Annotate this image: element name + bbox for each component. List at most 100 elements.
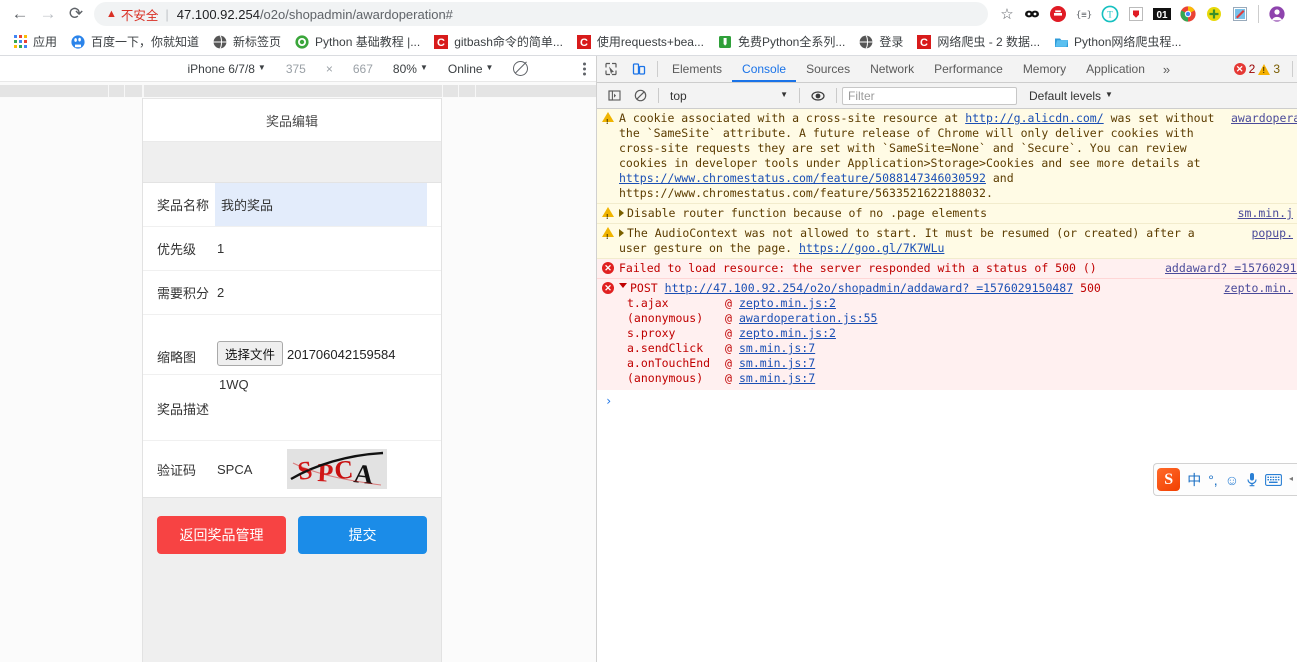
smiley-icon[interactable]: ☺ [1225, 472, 1239, 488]
field-label: 缩略图 [157, 350, 197, 365]
viewport-width-input[interactable]: 375 [276, 62, 316, 76]
device-select[interactable]: iPhone 6/7/8 ▼ [178, 62, 276, 76]
clear-console-icon[interactable] [627, 83, 653, 109]
zeroone-extension-icon[interactable]: 01 [1150, 2, 1174, 26]
captcha-input[interactable]: SPCA [217, 462, 277, 477]
ime-punctuation-toggle[interactable]: °, [1208, 472, 1218, 488]
kebab-menu-icon[interactable] [583, 62, 586, 75]
message-link[interactable]: https://goo.gl/7K7WLu [799, 241, 944, 255]
console-sidebar-icon[interactable] [601, 83, 627, 109]
toggle-device-toolbar-icon[interactable] [625, 56, 653, 82]
stack-source-link[interactable]: sm.min.js:7 [739, 341, 815, 356]
more-tabs-icon[interactable]: » [1155, 56, 1178, 82]
bookmark-apps[interactable]: 应用 [6, 30, 63, 53]
csdn-icon: C [576, 34, 592, 50]
ime-toolbar[interactable]: S 中 °, ☺ ◂ [1153, 463, 1297, 496]
tab-memory[interactable]: Memory [1013, 56, 1076, 82]
message-source[interactable]: popup. [1231, 226, 1297, 256]
stack-source-link[interactable]: zepto.min.js:2 [739, 296, 836, 311]
viewport-height-input[interactable]: 667 [343, 62, 383, 76]
back-to-award-management-button[interactable]: 返回奖品管理 [157, 516, 286, 554]
console-warning-message[interactable]: The AudioContext was not allowed to star… [597, 224, 1297, 259]
bookmark-free-python[interactable]: 免费Python全系列... [711, 30, 851, 53]
back-button[interactable]: ← [6, 0, 34, 28]
sogou-logo-icon[interactable]: S [1157, 468, 1181, 491]
execution-context-select[interactable]: top ▼ [664, 89, 794, 103]
message-link[interactable]: http://g.alicdn.com/ [965, 111, 1103, 125]
toolbar-separator-3 [836, 88, 837, 103]
console-error-message[interactable]: ✕ Failed to load resource: the server re… [597, 259, 1297, 279]
console-message-list[interactable]: A cookie associated with a cross-site re… [597, 109, 1297, 662]
inspect-element-icon[interactable] [597, 56, 625, 82]
message-source[interactable]: addaward? =15760291377 [1165, 261, 1297, 276]
console-warning-message[interactable]: Disable router function because of no .p… [597, 204, 1297, 224]
live-expression-icon[interactable] [805, 83, 831, 109]
bookmark-requests-bea[interactable]: C 使用requests+bea... [570, 30, 710, 53]
error-count[interactable]: ✕ 2 [1233, 62, 1255, 76]
message-source[interactable]: sm.min.j [1231, 206, 1297, 221]
request-url-link[interactable]: http://47.100.92.254/o2o/shopadmin/addaw… [665, 281, 1074, 295]
tab-application[interactable]: Application [1076, 56, 1155, 82]
soft-keyboard-icon[interactable] [1265, 473, 1282, 486]
message-link[interactable]: https://www.chromestatus.com/feature/508… [619, 171, 986, 185]
bookmark-newtab[interactable]: 新标签页 [206, 30, 287, 53]
message-source[interactable]: zepto.min. [1221, 281, 1297, 296]
ime-mode-toggle[interactable]: 中 [1187, 470, 1201, 490]
bookmark-python-tutorial[interactable]: Python 基础教程 |... [288, 30, 426, 53]
submit-button[interactable]: 提交 [298, 516, 427, 554]
goggles-extension-icon[interactable] [1020, 2, 1044, 26]
plus-extension-icon[interactable] [1202, 2, 1226, 26]
forward-button[interactable]: → [34, 0, 62, 28]
bookmark-baidu[interactable]: 百度一下，你就知道 [64, 30, 205, 53]
award-name-input[interactable]: 我的奖品 [215, 183, 427, 226]
captcha-image[interactable]: S P C A [287, 449, 387, 489]
devtools-panel: Elements Console Sources Network Perform… [597, 56, 1297, 662]
csdn-icon: C [916, 34, 932, 50]
tab-network[interactable]: Network [860, 56, 924, 82]
tab-elements[interactable]: Elements [662, 56, 732, 82]
priority-input[interactable]: 1 [217, 241, 427, 256]
message-source[interactable]: awardoperatio [1231, 111, 1297, 201]
console-prompt[interactable]: › [597, 390, 1297, 409]
stack-source-link[interactable]: sm.min.js:7 [739, 356, 815, 371]
collapse-arrow-icon[interactable] [619, 283, 627, 292]
expand-arrow-icon[interactable] [619, 209, 624, 217]
bookmark-spider-data[interactable]: C 网络爬虫 - 2 数据... [910, 30, 1046, 53]
bookmark-star-icon[interactable]: ☆ [994, 1, 1020, 27]
console-error-message[interactable]: ✕ POST http://47.100.92.254/o2o/shopadmi… [597, 279, 1297, 296]
no-throttling-icon[interactable] [503, 61, 538, 76]
profile-avatar-icon[interactable] [1265, 2, 1289, 26]
shield-extension-icon[interactable] [1124, 2, 1148, 26]
adblock-extension-icon[interactable] [1046, 2, 1070, 26]
ime-expand-icon[interactable]: ◂ [1289, 474, 1293, 483]
network-throttle-select[interactable]: Online ▼ [438, 62, 504, 76]
bookmark-gitbash[interactable]: C gitbash命令的简单... [427, 30, 569, 53]
issue-counts[interactable]: ✕ 2 3 [1226, 56, 1288, 82]
address-bar[interactable]: ▲ 不安全 | 47.100.92.254/o2o/shopadmin/awar… [94, 2, 988, 26]
console-warning-message[interactable]: A cookie associated with a cross-site re… [597, 109, 1297, 204]
chrome-extension-icon[interactable] [1176, 2, 1200, 26]
zoom-select[interactable]: 80% ▼ [383, 62, 438, 76]
note-extension-icon[interactable] [1228, 2, 1252, 26]
stack-source-link[interactable]: sm.min.js:7 [739, 371, 815, 386]
reload-button[interactable]: ⟳ [62, 0, 90, 28]
points-input[interactable]: 2 [217, 285, 427, 300]
warning-count[interactable]: 3 [1258, 62, 1280, 76]
tab-console[interactable]: Console [732, 56, 796, 82]
stack-source-link[interactable]: awardoperation.js:55 [739, 311, 877, 326]
console-message-text: POST http://47.100.92.254/o2o/shopadmin/… [619, 281, 1221, 296]
tab-performance[interactable]: Performance [924, 56, 1013, 82]
microphone-icon[interactable] [1246, 472, 1258, 487]
thumbnail-file-input[interactable]: 选择文件 201706042159584 [217, 341, 427, 366]
stack-at: @ [725, 356, 732, 370]
choose-file-button[interactable]: 选择文件 [217, 341, 284, 366]
expand-arrow-icon[interactable] [619, 229, 624, 237]
code-extension-icon[interactable]: {≡} [1072, 2, 1096, 26]
bookmark-python-spider[interactable]: Python网络爬虫程... [1047, 30, 1187, 53]
tampermonkey-extension-icon[interactable]: T [1098, 2, 1122, 26]
tab-sources[interactable]: Sources [796, 56, 860, 82]
console-filter-input[interactable]: Filter [842, 86, 1017, 105]
log-levels-select[interactable]: Default levels ▼ [1029, 89, 1113, 103]
bookmark-login[interactable]: 登录 [852, 30, 909, 53]
stack-source-link[interactable]: zepto.min.js:2 [739, 326, 836, 341]
